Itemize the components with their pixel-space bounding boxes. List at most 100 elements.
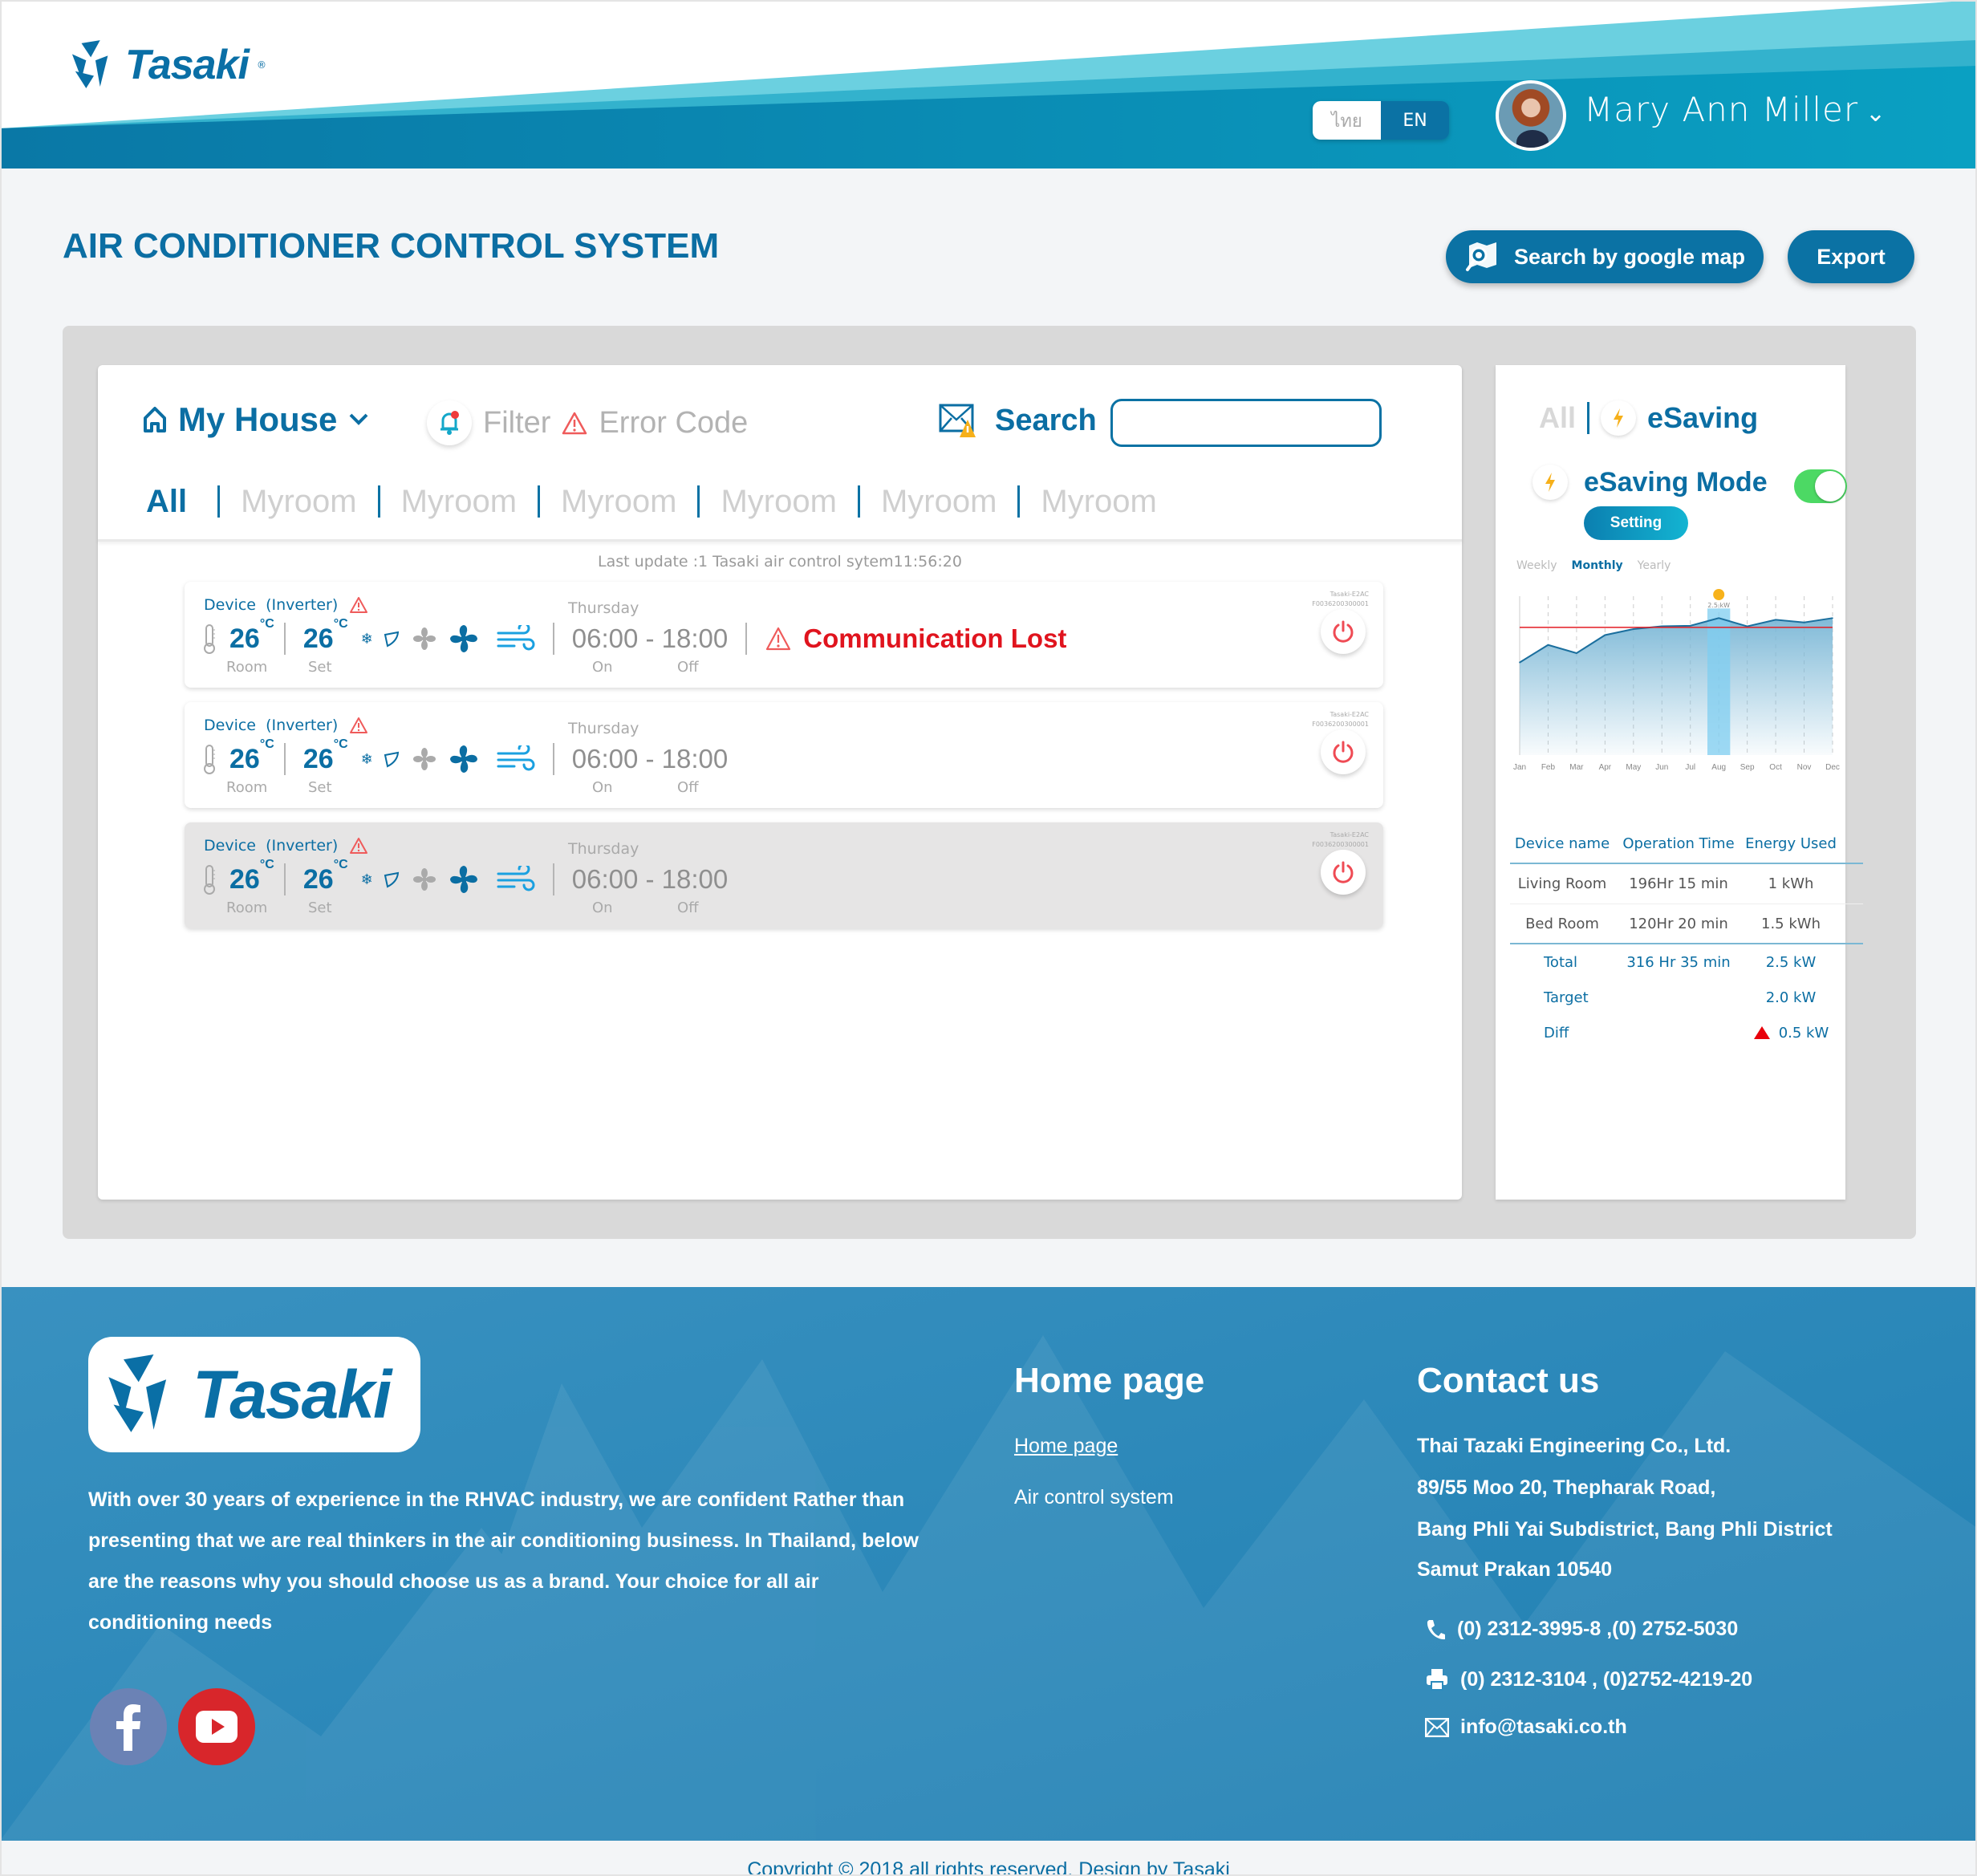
tab-myroom[interactable]: Myroom [857,485,1017,518]
power-button[interactable] [1321,850,1366,895]
wind-icon[interactable] [497,866,535,893]
x-tick-label: Jan [1513,763,1526,772]
set-temperature[interactable]: 26 °C [303,617,348,655]
schedule-time[interactable]: 06:00 - 18:00 [572,623,729,654]
room-temperature: 26 °C [229,857,274,895]
divider [552,743,554,775]
x-tick-label: May [1626,763,1641,772]
bolt-badge [1601,400,1637,436]
device-name: Device [204,837,256,855]
fan-low-icon[interactable] [412,868,436,891]
tab-all[interactable]: All [146,485,217,518]
period-monthly[interactable]: Monthly [1572,559,1623,572]
device-card[interactable]: Device (Inverter) 26 °C 26 °C ❄ 06:00 - 18… [185,702,1383,808]
cell: 1.5 kWh [1761,915,1821,932]
facebook-link[interactable] [90,1688,167,1765]
swing-icon[interactable] [383,630,400,648]
filter-group: Filter Error Code [427,400,748,445]
export-button[interactable]: Export [1788,230,1914,283]
lang-english[interactable]: EN [1381,101,1449,140]
lightning-icon [1614,408,1624,428]
device-title: Device (Inverter) [204,596,368,614]
filter-bell-button[interactable] [427,400,472,445]
chevron-down-icon[interactable]: ⌄ [1865,99,1886,128]
air-control-link[interactable]: Air control system [1014,1486,1174,1509]
lang-thai[interactable]: ไทย [1313,101,1381,140]
tasaki-logo-icon [71,40,108,88]
youtube-icon [196,1711,237,1743]
schedule-time[interactable]: 06:00 - 18:00 [572,864,729,895]
email-row[interactable]: info@tasaki.co.th [1425,1716,1627,1739]
address-line: Samut Prakan 10540 [1417,1558,1613,1581]
tab-myroom[interactable]: Myroom [1017,485,1177,518]
esaving-mode-toggle[interactable] [1794,469,1847,503]
house-selector[interactable]: My House [143,400,369,439]
data-point [1718,617,1719,619]
cool-mode-icon[interactable]: ❄ [361,871,373,888]
search-input[interactable] [1110,399,1382,447]
divider [552,863,554,895]
filter-label[interactable]: Filter [483,406,550,441]
fan-high-icon[interactable] [449,864,479,895]
footer-about-text: With over 30 years of experience in the … [88,1488,919,1634]
power-icon [1333,861,1354,883]
swing-icon[interactable] [383,871,400,888]
home-page-link[interactable]: Home page [1014,1435,1118,1458]
fan-high-icon[interactable] [449,744,479,774]
device-card[interactable]: Device (Inverter) 26 °C 26 °C ❄ 06:00 - 18… [185,822,1383,928]
diff-value: 0.5 kW [1778,1024,1829,1042]
tab-myroom[interactable]: Myroom [377,485,538,518]
brand-name: Tasaki [125,42,250,88]
set-label: Set [308,899,332,916]
error-code-label[interactable]: Error Code [599,406,748,441]
footer: Tasaki With over 30 years of experience … [0,1287,1977,1841]
footer-brand-name: Tasaki [193,1356,392,1432]
data-point [1547,644,1549,646]
x-tick-label: Jun [1655,763,1668,772]
energy-chart: 2.5 kW Jan Feb Mar Apr May Jun Jul Aug Sep Oct Nov D… [1513,589,1840,772]
page-title: AIR CONDITIONER CONTROL SYSTEM [63,226,720,266]
footer-logo[interactable]: Tasaki [88,1337,420,1452]
youtube-link[interactable] [178,1688,255,1765]
tab-all[interactable]: All [1539,401,1576,435]
device-card[interactable]: Device (Inverter) 26 °C 26 °C ❄ 06:00 - 18… [185,582,1383,688]
warning-icon [350,597,368,613]
set-temperature[interactable]: 26 °C [303,737,348,775]
wind-icon[interactable] [497,625,535,652]
x-tick-label: Oct [1769,763,1782,772]
period-yearly[interactable]: Yearly [1638,559,1671,572]
tab-myroom[interactable]: Myroom [697,485,857,518]
cool-mode-icon[interactable]: ❄ [361,751,373,768]
phone-row[interactable]: (0) 2312-3995-8 ,(0) 2752-5030 [1425,1618,1738,1641]
search-by-map-button[interactable]: Search by google map [1446,230,1764,283]
device-name: Device [204,717,256,734]
setting-button[interactable]: Setting [1584,506,1688,540]
power-icon [1333,741,1354,763]
phone-icon [1427,1619,1445,1639]
swing-icon[interactable] [383,750,400,768]
language-toggle[interactable]: ไทย EN [1313,101,1449,140]
fan-low-icon[interactable] [412,748,436,770]
tab-esaving[interactable]: eSaving [1647,401,1758,435]
user-name[interactable]: Mary Ann Miller [1584,90,1858,129]
table-body: Living Room 196Hr 15 min 1 kWh Bed Room … [1510,864,1863,944]
brand-logo[interactable]: Tasaki ® [71,40,266,90]
mail-alert-icon [939,404,976,437]
power-button[interactable] [1321,729,1366,774]
col-operation-time: Operation Time [1622,834,1735,852]
bolt-badge [1532,465,1568,500]
set-temperature[interactable]: 26 °C [303,858,348,895]
cool-mode-icon[interactable]: ❄ [361,631,373,648]
cell: Diff [1544,1024,1569,1042]
user-avatar[interactable] [1496,80,1566,151]
schedule-time[interactable]: 06:00 - 18:00 [572,744,729,774]
period-weekly[interactable]: Weekly [1516,559,1557,572]
power-button[interactable] [1321,609,1366,654]
off-label: Off [677,779,699,796]
fan-low-icon[interactable] [412,627,436,650]
data-point [1832,617,1833,619]
tab-myroom[interactable]: Myroom [538,485,697,518]
wind-icon[interactable] [497,745,535,773]
tab-myroom[interactable]: Myroom [217,485,377,518]
fan-high-icon[interactable] [449,623,479,654]
